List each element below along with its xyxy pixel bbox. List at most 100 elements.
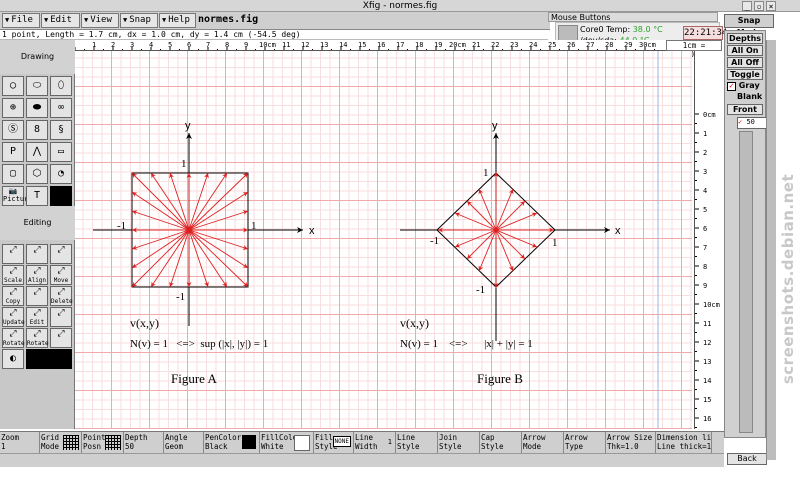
indicator-cell[interactable]: Arrow Size Thk=1.0 <box>606 432 656 454</box>
break-compound-icon[interactable]: ⤢ <box>50 244 72 264</box>
depths-label: Depths <box>727 33 763 44</box>
indicator-cell[interactable]: Line Style <box>396 432 438 454</box>
break-icon[interactable]: ◐ <box>2 349 24 369</box>
figure-a-rays <box>131 172 249 288</box>
add-point-icon[interactable]: ⤢ <box>2 244 24 264</box>
hruler-label: 28 <box>605 41 613 49</box>
copy-icon[interactable]: ⤢ Copy <box>2 286 24 306</box>
figure-a: y x 1 1 -1 -1 v(x,y) N(v) = 1 <=> sup (|… <box>93 120 315 386</box>
align-icon[interactable]: ⤢ Align <box>26 265 48 285</box>
indicator-cell[interactable]: Point Posn <box>82 432 124 454</box>
tool-label: Align <box>27 277 47 284</box>
flip-vertical-icon[interactable]: ⤢ <box>50 307 72 327</box>
indicator-cell[interactable]: PenColor Black <box>204 432 260 454</box>
maximize-icon[interactable]: ▫ <box>754 1 764 11</box>
arc-box-icon[interactable]: ▢ <box>2 164 24 184</box>
circle-diameter-icon[interactable]: ⊕ <box>2 98 24 118</box>
arc-icon[interactable]: ◔ <box>50 164 72 184</box>
figure-a-one-x: 1 <box>251 220 257 232</box>
chevron-down-icon: ▼ <box>162 16 167 24</box>
ray-arrow <box>495 200 526 231</box>
circle-radius-icon[interactable]: ◯ <box>2 76 24 96</box>
window-title: Xfig - normes.fig <box>362 1 438 11</box>
indicator-cell[interactable]: Zoom 1 <box>0 432 40 454</box>
tool-glyph: ⤢ <box>33 329 41 339</box>
gray-option[interactable]: ✓ Gray <box>727 81 767 91</box>
spline-icon[interactable]: Ⓢ <box>2 120 24 140</box>
ray-arrow <box>131 210 190 231</box>
indicator-top-label: Angle <box>165 433 188 442</box>
indicator-top-label: Line <box>397 433 416 442</box>
window-scrollbar[interactable] <box>766 40 776 460</box>
view-menu-button[interactable]: ▼ View <box>81 13 119 28</box>
edit-menu-button[interactable]: ▼ Edit <box>41 13 80 28</box>
text-icon[interactable]: T <box>26 186 48 206</box>
rotate-icon[interactable]: ⤢ Rotate <box>2 328 25 348</box>
black-icon <box>26 349 72 369</box>
gray-checkbox[interactable]: ✓ <box>727 82 736 91</box>
closed-spline-icon[interactable]: ∞ <box>50 98 72 118</box>
tool-glyph: ⤢ <box>9 329 17 339</box>
vruler-label: 6 <box>703 225 707 233</box>
polygon-icon[interactable]: P <box>2 142 24 162</box>
all-on-button[interactable]: All On <box>727 45 763 56</box>
indicator-cell[interactable]: Fill Style NONE <box>314 432 354 454</box>
indicator-cell[interactable]: Arrow Mode <box>522 432 564 454</box>
ellipse-rotated-icon[interactable]: ⬬ <box>26 98 48 118</box>
tool-label: Rotate <box>27 340 49 347</box>
polyline-icon[interactable]: ⋀ <box>26 142 48 162</box>
picture-icon[interactable]: 📷 Picture <box>2 186 33 206</box>
delete-icon[interactable]: ⤢ Delete <box>50 286 73 306</box>
indicator-cell[interactable]: FillColor White <box>260 432 314 454</box>
indicator-cell[interactable]: Arrow Type <box>564 432 606 454</box>
indicator-cell[interactable]: Join Style <box>438 432 480 454</box>
grid-icon <box>105 435 121 450</box>
all-off-button[interactable]: All Off <box>727 57 763 68</box>
indicator-cell[interactable]: Dimension lineLine thick=1 <box>656 432 712 454</box>
hruler-label: 10cm <box>259 41 276 49</box>
hruler-label: 19 <box>434 41 442 49</box>
approx-spline-icon[interactable]: 8 <box>26 120 48 140</box>
indicator-cell[interactable]: Angle Geom <box>164 432 204 454</box>
indicator-cell[interactable]: Cap Style <box>480 432 522 454</box>
close-icon[interactable]: × <box>766 1 776 11</box>
chevron-down-icon: ▼ <box>44 16 49 24</box>
vruler-label: 0cm <box>703 111 716 119</box>
blank-option[interactable]: Blank <box>737 92 762 101</box>
tool-glyph: ⤢ <box>9 287 17 297</box>
watermark-text: screenshots.debian.net <box>779 173 797 385</box>
ellipse-icon[interactable]: ⬭ <box>26 76 48 96</box>
file-menu-button[interactable]: ▼ File <box>2 13 40 28</box>
indicator-bottom-label: Thk=1.0 <box>607 442 639 451</box>
toggle-button[interactable]: Toggle <box>727 69 763 80</box>
vruler-label: 1 <box>703 130 707 138</box>
minimize-icon[interactable]: _ <box>742 1 752 11</box>
regular-polygon-icon[interactable]: ⬡ <box>26 164 48 184</box>
convert-icon[interactable]: ⤢ <box>50 328 72 348</box>
depth-50-item[interactable]: ✓ 50 <box>737 117 767 129</box>
indicator-cell[interactable]: Line Width 1 <box>354 432 396 454</box>
interp-spline-icon[interactable]: § <box>50 120 72 140</box>
vruler-label: 13 <box>703 358 711 366</box>
delete-point-icon[interactable]: ⤢ <box>26 244 48 264</box>
drawing-canvas[interactable]: y x 1 1 -1 -1 v(x,y) N(v) = 1 <=> sup (|… <box>75 51 692 429</box>
ray-arrow <box>188 229 249 250</box>
hruler-label: 24 <box>529 41 537 49</box>
ellipse-diameter-icon[interactable]: ⬯ <box>50 76 72 96</box>
indicator-cell[interactable]: Grid Mode <box>40 432 82 454</box>
edit-icon[interactable]: ⤢ Edit <box>26 307 48 327</box>
move-icon[interactable]: ⤢ Move <box>50 265 72 285</box>
scale-icon[interactable]: ⤢ Scale <box>2 265 24 285</box>
rotate-ccw-icon[interactable]: ⤢ Rotate <box>26 328 49 348</box>
indicator-cell[interactable]: Depth 50 <box>124 432 164 454</box>
vruler-label: 3 <box>703 168 707 176</box>
ray-arrow <box>188 229 249 269</box>
depth-scrollbar[interactable] <box>739 131 753 433</box>
box-icon[interactable]: ▭ <box>50 142 72 162</box>
snap-menu-button[interactable]: ▼ Snap <box>120 13 158 28</box>
flip-icon[interactable]: ⤢ <box>26 286 48 306</box>
tool-panel: Drawing ◯⬭⬯⊕⬬∞Ⓢ8§P⋀▭▢⬡◔📷PictureT▥ Editin… <box>0 40 75 429</box>
help-menu-button[interactable]: ▼ Help <box>159 13 196 28</box>
snap-mode-button[interactable]: Snap Mode <box>724 14 774 37</box>
update-icon[interactable]: ⤢ Update <box>2 307 25 327</box>
